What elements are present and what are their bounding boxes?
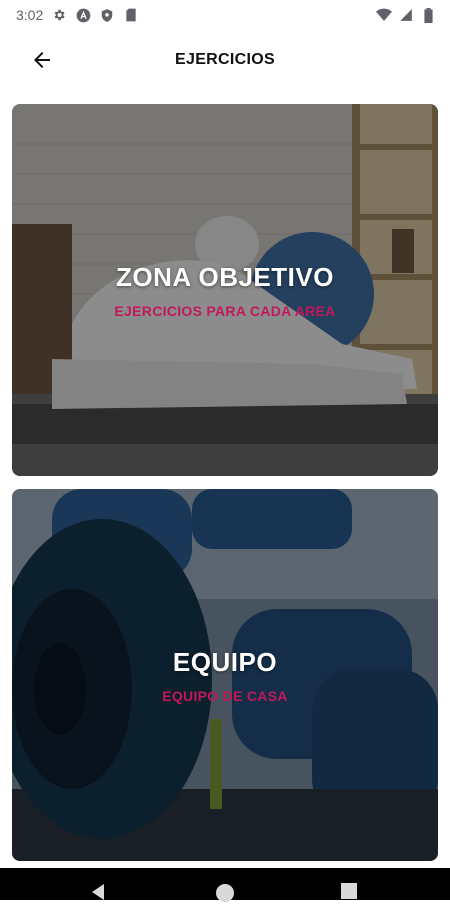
sd-card-icon: [123, 7, 139, 23]
recents-nav-icon[interactable]: [340, 882, 358, 900]
back-button[interactable]: [22, 42, 62, 78]
system-nav-bar: [0, 868, 450, 902]
card-text: ZONA OBJETIVO EJERCICIOS PARA CADA AREA: [12, 262, 438, 319]
page-title: EJERCICIOS: [175, 51, 275, 68]
signal-icon: [398, 7, 414, 23]
status-bar: 3:02: [0, 0, 450, 30]
a-icon: [75, 7, 91, 23]
wifi-icon: [376, 7, 392, 23]
card-equipo[interactable]: EQUIPO EQUIPO DE CASA: [12, 489, 438, 861]
arrow-back-icon: [34, 52, 50, 68]
status-left: 3:02: [16, 7, 139, 23]
card-zona-objetivo[interactable]: ZONA OBJETIVO EJERCICIOS PARA CADA AREA: [12, 104, 438, 476]
card-title: ZONA OBJETIVO: [116, 262, 334, 292]
card-title: EQUIPO: [172, 647, 278, 677]
status-right: [376, 7, 436, 23]
status-time: 3:02: [16, 7, 44, 23]
battery-icon: [420, 7, 436, 23]
back-nav-icon[interactable]: [88, 882, 108, 902]
home-nav-icon[interactable]: [214, 882, 236, 904]
shield-icon: [99, 7, 115, 23]
card-subtitle: EJERCICIOS PARA CADA AREA: [114, 303, 336, 319]
app-bar: EJERCICIOS: [0, 30, 450, 90]
settings-icon: [51, 7, 67, 23]
card-subtitle: EQUIPO DE CASA: [162, 688, 288, 704]
card-text: EQUIPO EQUIPO DE CASA: [12, 647, 438, 704]
